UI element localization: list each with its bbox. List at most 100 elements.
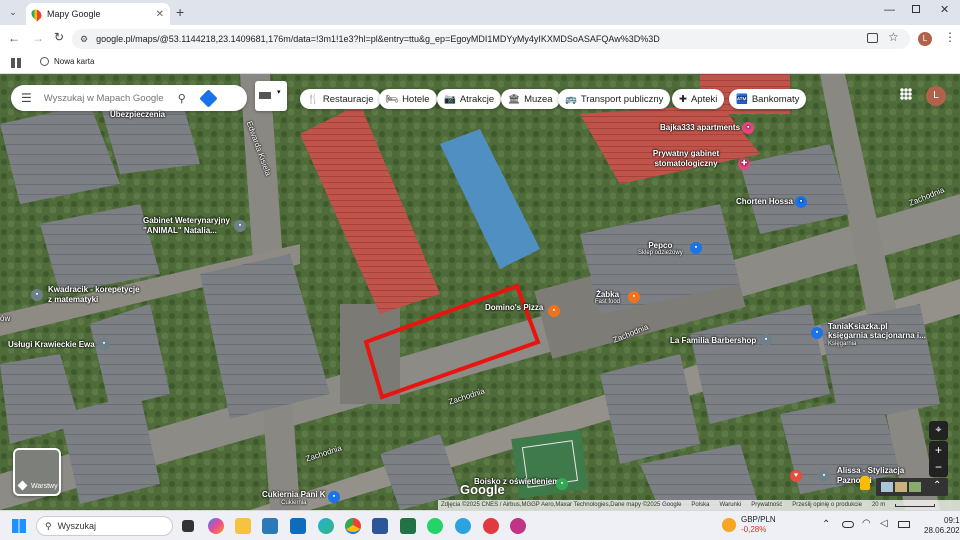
place-zabka[interactable]: Żabka Fast food <box>595 290 620 305</box>
place-lafamilia[interactable]: La Familia Barbershop <box>670 336 756 345</box>
search-icon[interactable]: ⚲ <box>178 92 186 105</box>
google-apps-icon[interactable] <box>900 88 912 100</box>
region-link[interactable]: Polska <box>691 502 709 508</box>
bakery-pin-icon[interactable]: ▪ <box>328 491 340 503</box>
sports-pin-icon[interactable]: ▪ <box>556 478 568 490</box>
place-taniaksiazka[interactable]: TaniaKsiazka.pl księgarnia stacjonarna i.… <box>828 322 926 349</box>
close-window-button[interactable]: ✕ <box>940 3 949 16</box>
omnibox[interactable]: ⚙ google.pl/maps/@53.1144218,23.1409681,… <box>72 29 910 49</box>
search-input[interactable] <box>43 92 174 104</box>
zabka-pin-icon[interactable]: ▪ <box>628 291 640 303</box>
scale-label[interactable]: 20 m <box>872 502 885 508</box>
stock-widget[interactable]: GBP/PLN -0,28% <box>722 515 776 535</box>
telegram-icon[interactable] <box>455 518 471 534</box>
task-view-icon[interactable] <box>182 520 194 532</box>
thumbnail-2[interactable] <box>895 482 907 492</box>
chip-bankomaty[interactable]: 🏧 Bankomaty <box>729 89 807 109</box>
layers-button[interactable]: Warstwy <box>13 448 61 496</box>
barber-pin-icon[interactable]: ▪ <box>760 334 772 346</box>
bookstore-pin-icon[interactable]: ▪ <box>811 327 823 339</box>
word-icon[interactable] <box>372 518 388 534</box>
battery-icon[interactable] <box>898 521 910 528</box>
place-pepco[interactable]: Pepco Sklep odzieżowy <box>638 241 683 256</box>
chip-apteki[interactable]: ✚ Apteki <box>672 89 725 109</box>
install-app-icon[interactable] <box>867 33 878 43</box>
minimize-button[interactable]: — <box>884 4 895 16</box>
chip-transport-publiczny[interactable]: 🚌 Transport publiczny <box>558 89 671 109</box>
place-gabinet-stom[interactable]: Prywatny gabinet stomatologiczny ✚ <box>636 149 751 170</box>
tab-active[interactable]: Mapy Google ✕ <box>26 3 170 25</box>
expand-up-icon[interactable]: ⌃ <box>933 480 941 491</box>
vet-pin-icon[interactable]: ▪ <box>234 220 246 232</box>
privacy-link[interactable]: Prywatność <box>751 502 782 508</box>
my-location-button[interactable]: ⌖ <box>929 421 948 440</box>
show-hidden-icons[interactable]: ⌃ <box>822 519 830 530</box>
place-ubezpieczenia[interactable]: Ubezpieczenia <box>110 110 165 119</box>
hamburger-menu-icon[interactable]: ☰ <box>21 91 32 105</box>
back-button[interactable]: ← <box>8 31 20 45</box>
chip-atrakcje[interactable]: 📷 Atrakcje <box>437 89 502 109</box>
thumbnail-3[interactable] <box>909 482 921 492</box>
headset-app-icon[interactable] <box>510 518 526 534</box>
zoom-out-button[interactable]: − <box>929 459 948 477</box>
tailor-pin-icon[interactable]: ▪ <box>98 338 110 350</box>
clock[interactable]: 09:10 28.06.2025 <box>924 516 960 536</box>
pizza-pin-icon[interactable]: ▪ <box>548 305 560 317</box>
heart-pin-icon[interactable]: ♥ <box>790 470 802 482</box>
feedback-link[interactable]: Prześlij opinię o produkcie <box>792 502 862 508</box>
directions-icon[interactable] <box>199 88 218 108</box>
currency-pair: GBP/PLN <box>741 515 776 524</box>
profile-avatar[interactable]: L <box>918 32 932 46</box>
excel-icon[interactable] <box>400 518 416 534</box>
taskbar-search[interactable]: ⚲ Wyszukaj <box>36 516 173 536</box>
outlook-icon[interactable] <box>290 518 306 534</box>
reload-button[interactable]: ↻ <box>54 30 64 44</box>
terms-link[interactable]: Warunki <box>719 502 741 508</box>
whatsapp-icon[interactable] <box>427 518 443 534</box>
place-gabinet-wet[interactable]: Gabinet Weterynaryjny "ANIMAL" Natalia... <box>143 216 230 236</box>
tab-title: Mapy Google <box>47 9 101 19</box>
search-box[interactable]: ☰ ⚲ <box>11 85 247 111</box>
thumbnail-1[interactable] <box>881 482 893 492</box>
school-pin-icon[interactable]: ▪ <box>31 289 43 301</box>
scale-bar <box>895 503 936 507</box>
layer-type-button[interactable]: ▾ <box>255 81 287 111</box>
place-bajka333[interactable]: Bajka333 apartments ▪ <box>660 122 755 134</box>
chrome-icon[interactable] <box>345 518 361 534</box>
bookmark-star-icon[interactable]: ☆ <box>888 30 899 44</box>
place-dominos[interactable]: Domino's Pizza <box>485 303 543 312</box>
imagery-thumbnails[interactable]: ⌃ <box>876 478 948 496</box>
site-info-icon[interactable]: ⚙ <box>80 34 88 45</box>
pegman-icon[interactable] <box>860 476 870 490</box>
pepco-pin-icon[interactable]: ▪ <box>690 242 702 254</box>
menu-kebab-icon[interactable]: ⋮ <box>944 30 956 44</box>
tab-list-button[interactable]: ⌄ <box>6 5 20 19</box>
apps-grid-icon[interactable] <box>11 58 21 68</box>
chip-restauracje[interactable]: 🍴 Restauracje <box>300 89 381 109</box>
cloud-icon[interactable] <box>842 521 854 528</box>
place-uslugi[interactable]: Usługi Krawieckie Ewa <box>8 340 95 349</box>
chip-muzea[interactable]: 🏛 Muzea <box>501 89 560 109</box>
bookmark-new-tab[interactable]: Nowa karta <box>40 57 94 66</box>
account-avatar[interactable]: L <box>926 86 946 106</box>
maximize-button[interactable] <box>912 5 920 13</box>
chip-hotele[interactable]: 🛏 Hotele <box>379 89 437 109</box>
nail-salon-pin-icon[interactable]: ▪ <box>818 470 830 482</box>
place-kwadracik[interactable]: Kwadracik - korepetycje z matematyki <box>48 285 140 305</box>
start-button-icon[interactable] <box>12 519 26 533</box>
wifi-icon[interactable]: ◠ <box>862 518 871 529</box>
volume-icon[interactable]: ◁ <box>880 518 888 529</box>
address-toolbar: ← → ↻ ⚙ google.pl/maps/@53.1144218,23.14… <box>0 25 960 52</box>
place-chorten[interactable]: Chorten Hossa ▪ <box>736 196 808 208</box>
place-cukiernia[interactable]: Cukiernia Pani K Cukiernia <box>262 490 326 508</box>
close-tab-icon[interactable]: ✕ <box>156 9 164 20</box>
file-explorer-icon[interactable] <box>235 518 251 534</box>
copilot-icon[interactable] <box>208 518 224 534</box>
new-tab-button[interactable]: + <box>176 4 184 20</box>
creative-cloud-icon[interactable] <box>483 518 499 534</box>
store-icon[interactable] <box>262 518 278 534</box>
map-canvas[interactable]: ☰ ⚲ ▾ 🍴Restauracje 🛏Hotele 📷Atrakcje 🏛Mu… <box>0 74 960 510</box>
zoom-in-button[interactable]: + <box>929 441 948 459</box>
forward-button[interactable]: → <box>32 31 44 45</box>
edge-icon[interactable] <box>318 518 334 534</box>
